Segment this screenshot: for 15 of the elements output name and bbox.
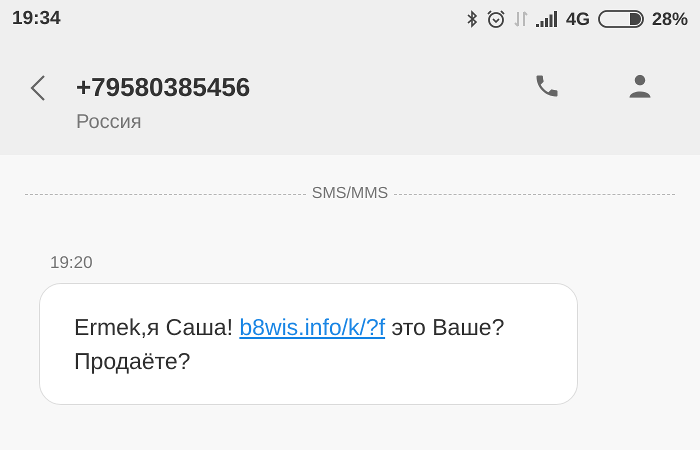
signal-icon <box>536 11 558 27</box>
message-text: Ermek,я Саша! b8wis.info/k/?f это Ваше? Продаёте? <box>74 313 506 376</box>
message-link[interactable]: b8wis.info/k/?f <box>239 314 386 340</box>
battery-icon <box>598 9 644 29</box>
contact-phone: +79580385456 <box>76 72 252 103</box>
back-icon[interactable] <box>30 74 46 102</box>
bluetooth-icon <box>466 10 478 28</box>
network-type: 4G <box>566 8 590 30</box>
battery-percent: 28% <box>652 8 688 30</box>
status-time: 19:34 <box>12 8 61 30</box>
data-arrows-icon <box>514 10 528 28</box>
channel-label: SMS/MMS <box>312 185 388 203</box>
message-time: 19:20 <box>50 253 94 273</box>
contact-country: Россия <box>76 111 143 134</box>
alarm-clock-icon <box>486 9 506 29</box>
